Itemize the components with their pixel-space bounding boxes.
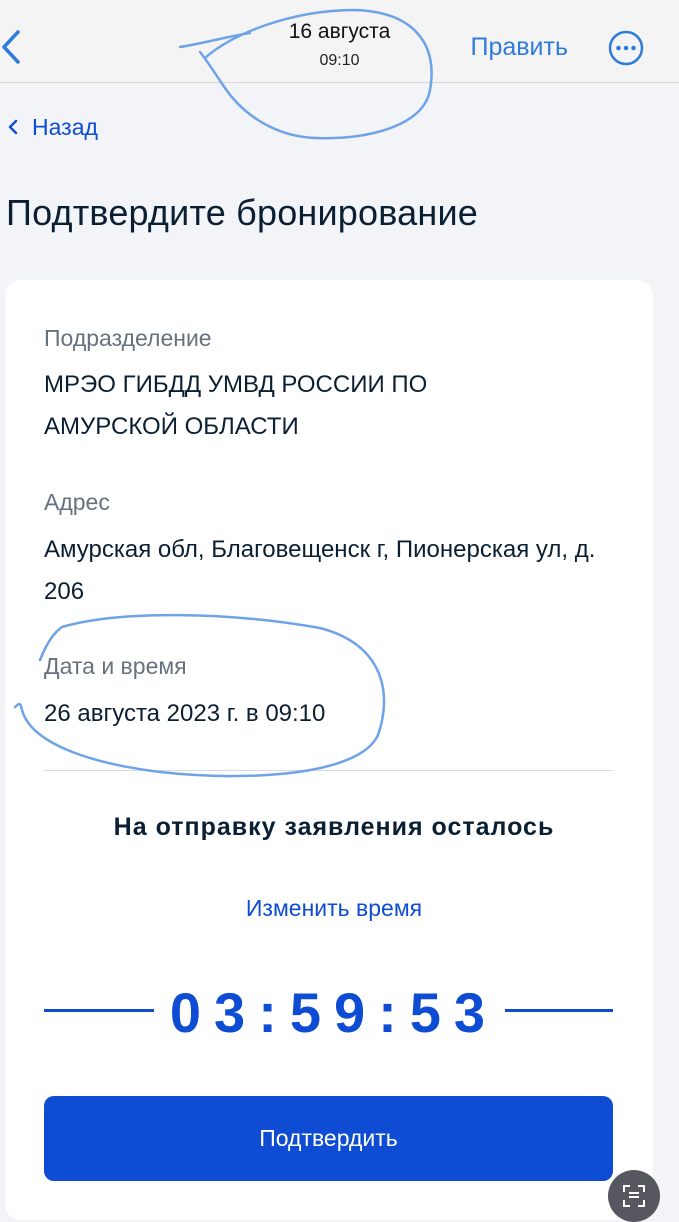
booking-card: Подразделение МРЭО ГИБДД УМВД РОССИИ ПО … <box>5 280 653 1220</box>
scan-text-icon <box>623 1185 645 1207</box>
change-time-link[interactable]: Изменить время <box>5 895 663 922</box>
confirm-button[interactable]: Подтвердить <box>44 1096 613 1181</box>
division-label: Подразделение <box>44 325 212 351</box>
back-link[interactable]: Назад <box>8 112 98 142</box>
datetime-value: 26 августа 2023 г. в 09:10 <box>44 700 326 727</box>
header-date: 16 августа <box>288 20 391 43</box>
page-title: Подтвердите бронирование <box>6 192 479 233</box>
divider <box>44 770 614 771</box>
datetime-label: Дата и время <box>44 653 187 679</box>
chevron-left-icon <box>8 119 18 135</box>
countdown-timer: 03:59:53 <box>169 981 499 1044</box>
top-bar: 16 августа 09:10 Править <box>0 0 679 83</box>
timer-line-right <box>505 1009 613 1012</box>
header-time: 09:10 <box>319 52 360 69</box>
more-circle-icon[interactable] <box>608 30 644 66</box>
address-value: Амурская обл, Благовещенск г, Пионерская… <box>44 536 596 605</box>
scan-text-button[interactable] <box>608 1170 660 1222</box>
countdown-caption: На отправку заявления осталось <box>113 813 555 841</box>
edit-button[interactable]: Править <box>471 33 569 62</box>
division-value: МРЭО ГИБДД УМВД РОССИИ ПО АМУРСКОЙ ОБЛАС… <box>44 371 428 440</box>
address-label: Адрес <box>44 489 110 515</box>
back-link-label: Назад <box>32 113 98 140</box>
